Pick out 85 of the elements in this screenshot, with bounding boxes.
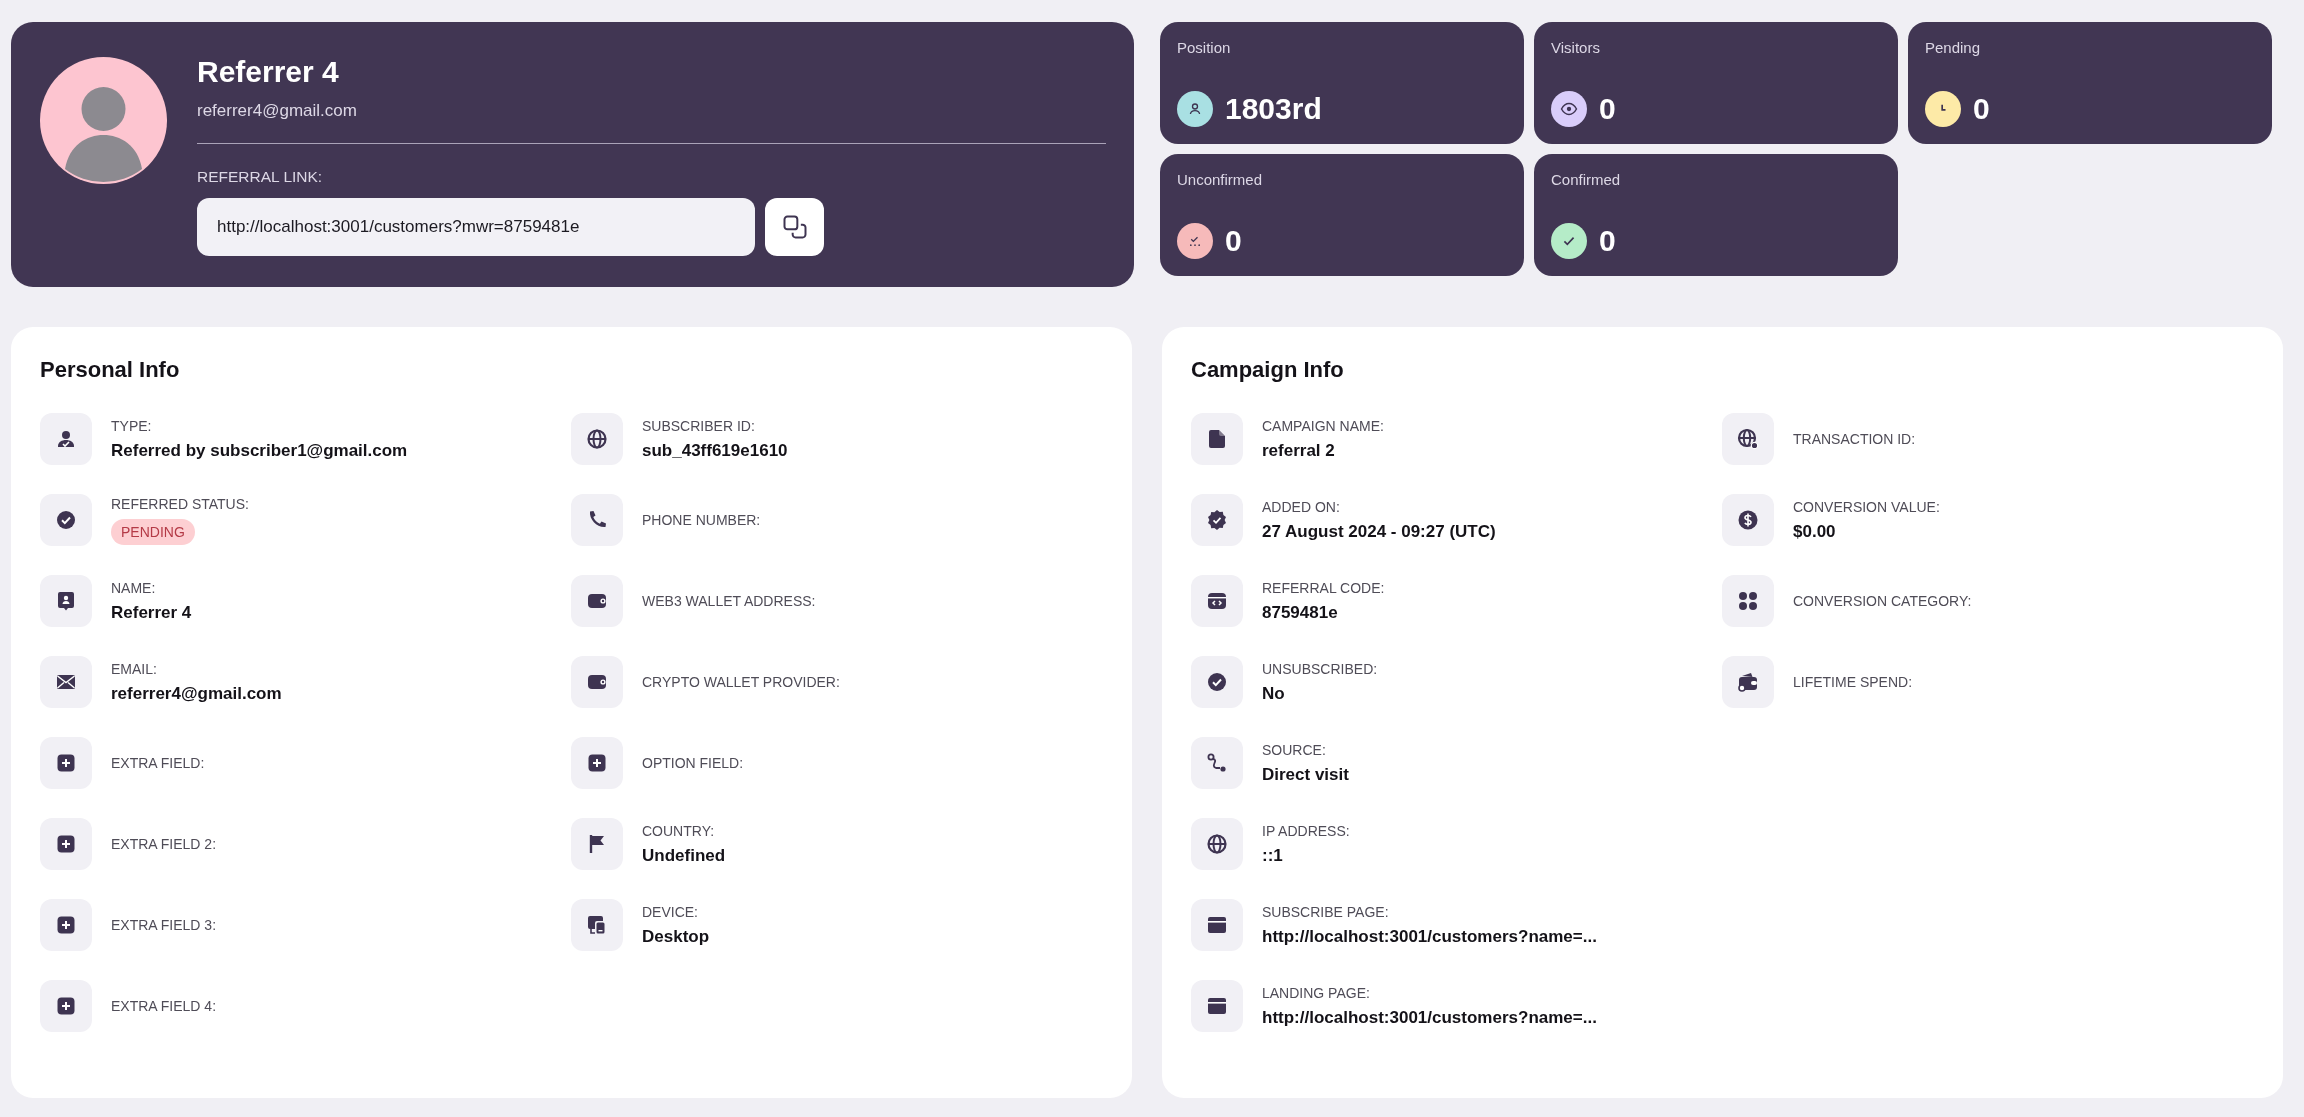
globe-icon [571,413,623,465]
field-label: EXTRA FIELD 2: [111,836,217,852]
document-icon [1191,413,1243,465]
field-label: IP ADDRESS: [1262,822,1350,839]
copy-button[interactable] [765,198,824,256]
plus-square-icon [571,737,623,789]
field-value: Undefined [642,845,726,866]
wallet-icon [571,656,623,708]
profile-name: Referrer 4 [197,57,340,87]
panel-title: Campaign Info [1191,357,1345,383]
stat-value: 0 [1973,94,1990,124]
browser-window-icon [1191,899,1243,951]
user-check-icon [40,413,92,465]
contact-card-icon [40,575,92,627]
field-label: WEB3 WALLET ADDRESS: [642,593,816,609]
plus-square-icon [40,737,92,789]
flag-icon [571,818,623,870]
panel-title: Personal Info [40,357,181,383]
field-value: No [1262,683,1286,704]
route-icon [1191,737,1243,789]
code-window-icon [1191,575,1243,627]
referral-link-field[interactable]: http://localhost:3001/customers?mwr=8759481e [197,198,755,256]
field-label: REFERRAL CODE: [1262,579,1385,596]
field-label: TRANSACTION ID: [1793,431,1916,447]
field-value: referral 2 [1262,440,1336,461]
stat-label: Unconfirmed [1177,171,1264,188]
dollar-coin-icon [1722,494,1774,546]
wallet-icon [1722,656,1774,708]
plus-square-icon [40,899,92,951]
field-value: Referred by subscriber1@gmail.com [111,440,408,461]
stat-label: Pending [1925,39,1982,56]
wallet-icon [571,575,623,627]
field-value: http://localhost:3001/customers?name=... [1262,1007,1597,1028]
stat-value: 0 [1225,226,1242,256]
field-value: referrer4@gmail.com [111,683,282,704]
stat-label: Position [1177,39,1232,56]
grid-icon [1722,575,1774,627]
field-label: CAMPAIGN NAME: [1262,417,1384,434]
referral-link-label: REFERRAL LINK: [197,168,324,186]
globe-icon [1191,818,1243,870]
field-label: CONVERSION CATEGORY: [1793,593,1972,609]
phone-icon [571,494,623,546]
plus-square-icon [40,818,92,870]
stat-value: 1803rd [1225,94,1322,124]
globe-search-icon [1722,413,1774,465]
field-label: REFERRED STATUS: [111,495,249,512]
field-value: http://localhost:3001/customers?name=... [1262,926,1597,947]
field-value: $0.00 [1793,521,1837,542]
field-label: CRYPTO WALLET PROVIDER: [642,674,840,690]
field-label: EXTRA FIELD 3: [111,917,217,933]
field-label: UNSUBSCRIBED: [1262,660,1378,677]
field-label: LIFETIME SPEND: [1793,674,1913,690]
field-label: LANDING PAGE: [1262,984,1371,1001]
status-badge: PENDING [111,518,195,545]
field-label: EXTRA FIELD 4: [111,998,217,1014]
field-label: EMAIL: [111,660,158,677]
field-value: Direct visit [1262,764,1349,785]
field-label: SUBSCRIBE PAGE: [1262,903,1390,920]
field-label: OPTION FIELD: [642,755,744,771]
stat-value: 0 [1599,94,1616,124]
verified-badge-icon [1191,494,1243,546]
devices-icon [571,899,623,951]
field-value: 8759481e [1262,602,1339,623]
field-label: DEVICE: [642,903,699,920]
field-label: SOURCE: [1262,741,1327,758]
plus-square-icon [40,980,92,1032]
envelope-icon [40,656,92,708]
field-value: Referrer 4 [111,602,192,623]
field-label: EXTRA FIELD: [111,755,205,771]
field-label: CONVERSION VALUE: [1793,498,1940,515]
field-label: NAME: [111,579,157,596]
field-label: TYPE: [111,417,153,434]
field-value: Desktop [642,926,710,947]
stat-value: 0 [1599,226,1616,256]
stat-label: Confirmed [1551,171,1622,188]
field-label: PHONE NUMBER: [642,512,761,528]
field-label: COUNTRY: [642,822,716,839]
field-value: ::1 [1262,845,1284,866]
stat-label: Visitors [1551,39,1601,56]
field-value: sub_43ff619e1610 [642,440,788,461]
browser-window-icon [1191,980,1243,1032]
field-label: SUBSCRIBER ID: [642,417,756,434]
field-label: ADDED ON: [1262,498,1341,515]
field-value: 27 August 2024 - 09:27 (UTC) [1262,521,1496,542]
profile-email: referrer4@gmail.com [197,101,358,121]
